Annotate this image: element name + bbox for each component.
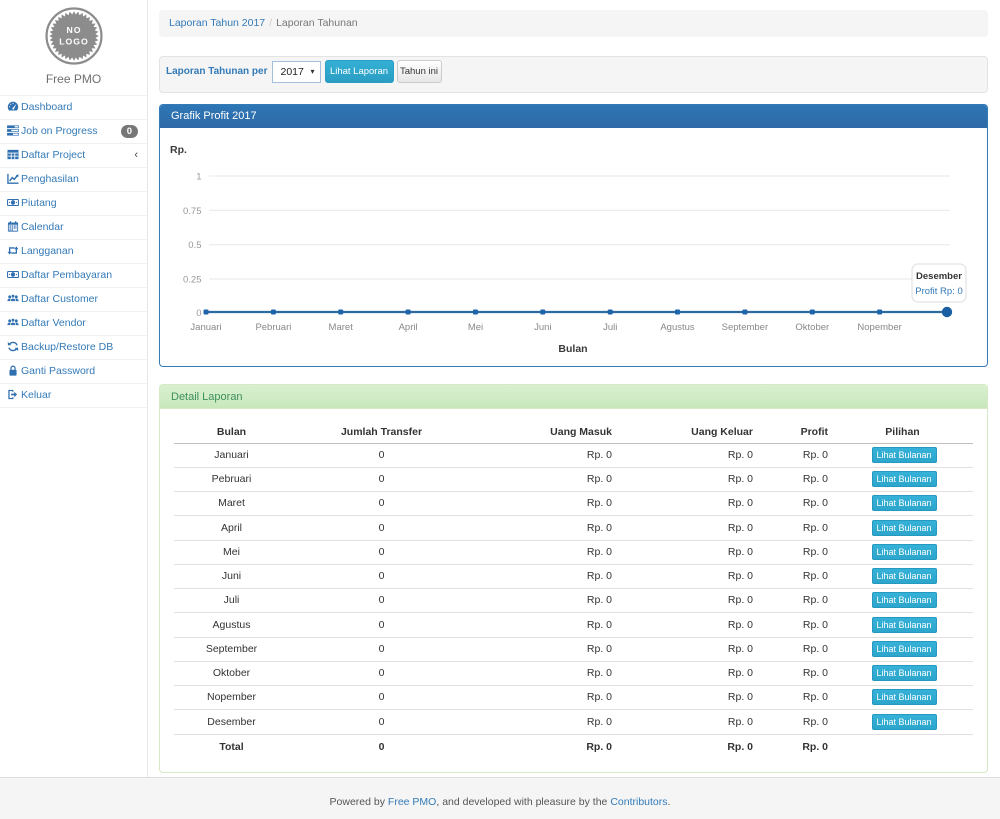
svg-text:Mei: Mei [468, 322, 483, 333]
svg-text:Profit Rp: 0: Profit Rp: 0 [915, 286, 963, 297]
svg-text:LOGO: LOGO [59, 37, 88, 47]
svg-text:September: September [722, 322, 768, 333]
svg-text:NO: NO [66, 25, 81, 35]
svg-text:Pebruari: Pebruari [255, 322, 291, 333]
svg-text:Bulan: Bulan [558, 343, 587, 355]
svg-text:Agustus: Agustus [660, 322, 695, 333]
svg-text:Oktober: Oktober [795, 322, 829, 333]
svg-text:Nopember: Nopember [857, 322, 901, 333]
svg-text:0.5: 0.5 [188, 240, 201, 251]
svg-text:0.75: 0.75 [183, 206, 202, 217]
svg-text:1: 1 [196, 172, 201, 183]
svg-text:0.25: 0.25 [183, 275, 202, 286]
svg-text:Desember: Desember [916, 271, 962, 282]
svg-text:Januari: Januari [190, 322, 221, 333]
svg-text:Maret: Maret [329, 322, 354, 333]
svg-text:Juni: Juni [534, 322, 551, 333]
svg-text:0: 0 [196, 308, 201, 319]
svg-text:Rp.: Rp. [170, 144, 187, 156]
svg-text:April: April [399, 322, 418, 333]
svg-text:Juli: Juli [603, 322, 617, 333]
